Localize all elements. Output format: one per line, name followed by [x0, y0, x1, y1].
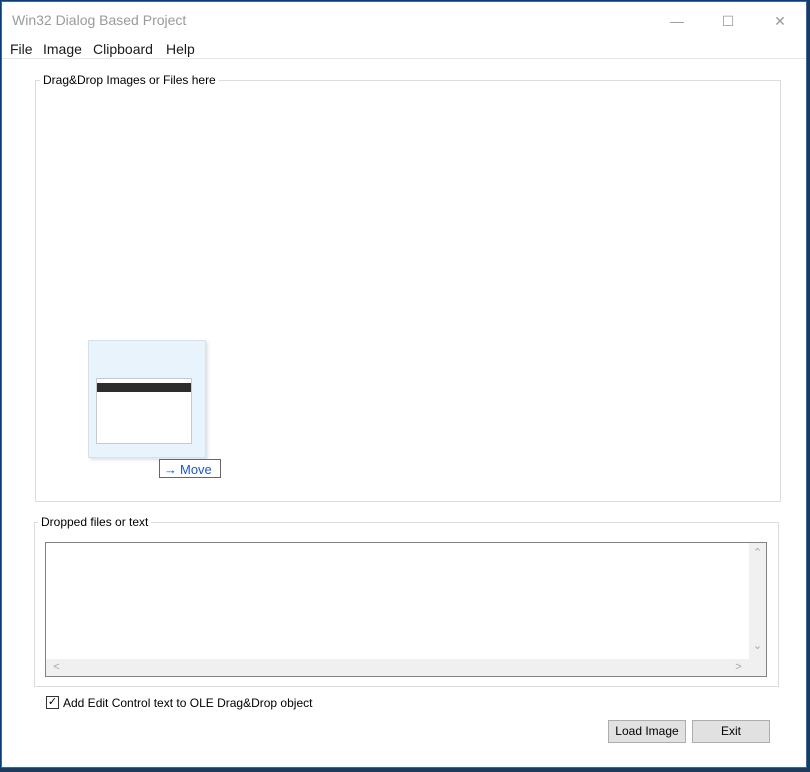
menu-image[interactable]: Image: [43, 41, 82, 57]
drag-effect-label: Move: [180, 462, 212, 477]
scroll-left-icon[interactable]: <: [48, 659, 65, 676]
dropped-label: Dropped files or text: [38, 515, 152, 529]
dialog-window: Win32 Dialog Based Project — ☐ ✕ File Im…: [1, 1, 807, 768]
dropped-text-field[interactable]: ⌃ ⌄ < >: [45, 542, 767, 677]
window-title: Win32 Dialog Based Project: [12, 12, 187, 28]
scroll-right-icon[interactable]: >: [730, 659, 747, 676]
add-edit-text-checkbox[interactable]: ✓: [46, 696, 59, 709]
menu-file[interactable]: File: [10, 41, 33, 57]
drag-effect-badge: → Move: [159, 459, 221, 478]
scrollbar-corner: [749, 659, 766, 676]
close-button[interactable]: ✕: [760, 8, 800, 34]
exit-button[interactable]: Exit: [692, 720, 770, 743]
move-arrow-icon: →: [164, 462, 177, 477]
drag-preview-bar: [97, 383, 191, 392]
maximize-button[interactable]: ☐: [708, 8, 748, 34]
scroll-down-icon[interactable]: ⌄: [749, 638, 766, 655]
menu-divider: [2, 58, 806, 59]
drop-area-label: Drag&Drop Images or Files here: [40, 73, 219, 87]
menu-bar: File Image Clipboard Help: [2, 38, 806, 60]
title-bar[interactable]: Win32 Dialog Based Project — ☐ ✕: [2, 2, 806, 38]
add-edit-text-label[interactable]: Add Edit Control text to OLE Drag&Drop o…: [63, 696, 312, 710]
drag-preview-image: [96, 378, 192, 444]
minimize-button[interactable]: —: [657, 8, 697, 34]
horizontal-scrollbar[interactable]: < >: [46, 659, 749, 676]
drag-preview-thumbnail: [88, 340, 206, 458]
load-image-button[interactable]: Load Image: [608, 720, 686, 743]
menu-clipboard[interactable]: Clipboard: [93, 41, 153, 57]
vertical-scrollbar[interactable]: ⌃ ⌄: [749, 543, 766, 659]
scroll-up-icon[interactable]: ⌃: [749, 545, 766, 562]
menu-help[interactable]: Help: [166, 41, 195, 57]
